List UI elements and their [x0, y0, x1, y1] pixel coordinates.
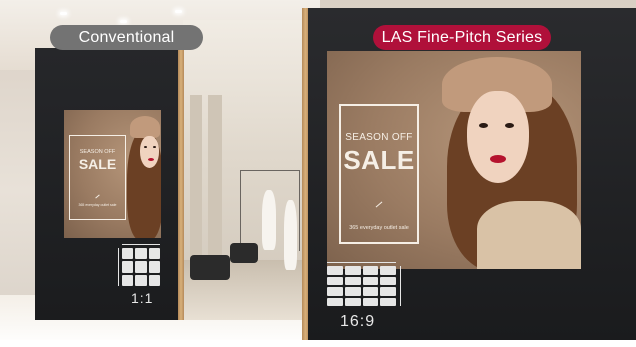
season-off-text: SEASON OFF [345, 132, 413, 143]
sale-subtitle: 365 everyday outlet sale [349, 225, 409, 231]
sofa [190, 255, 230, 280]
conventional-label: Conventional [50, 25, 203, 50]
store-column [190, 95, 202, 260]
store-column [208, 95, 222, 260]
height-arrow [118, 248, 119, 286]
sofa [230, 243, 258, 263]
dash-mark [375, 201, 383, 208]
grid-icon-1x1 [122, 248, 160, 286]
grid-icon-16x9 [327, 266, 396, 306]
las-screen: SEASON OFF SALE 365 everyday outlet sale [327, 51, 581, 269]
sale-text: SALE [78, 156, 117, 172]
sale-text: SALE [343, 145, 415, 175]
ratio-16-9: 16:9 [340, 313, 376, 330]
sale-frame: SEASON OFF SALE 365 everyday outlet sale [69, 135, 126, 220]
conventional-screen: SEASON OFF SALE 365 everyday outlet sale [64, 110, 161, 238]
sale-subtitle: 365 everyday outlet sale [78, 203, 117, 207]
door-frame [178, 48, 184, 320]
width-arrow [122, 244, 160, 245]
sale-frame: SEASON OFF SALE 365 everyday outlet sale [339, 104, 419, 244]
mannequin [262, 190, 276, 250]
las-series-label: LAS Fine-Pitch Series [373, 25, 551, 50]
ratio-1-1: 1:1 [131, 290, 154, 306]
season-off-text: SEASON OFF [79, 149, 116, 155]
height-arrow [400, 266, 401, 306]
width-arrow [327, 262, 396, 263]
mannequin [284, 200, 297, 270]
scene: Conventional LAS Fine-Pitch Series SEASO… [0, 0, 636, 347]
dash-mark [94, 194, 100, 199]
bottom-strip [0, 340, 636, 347]
